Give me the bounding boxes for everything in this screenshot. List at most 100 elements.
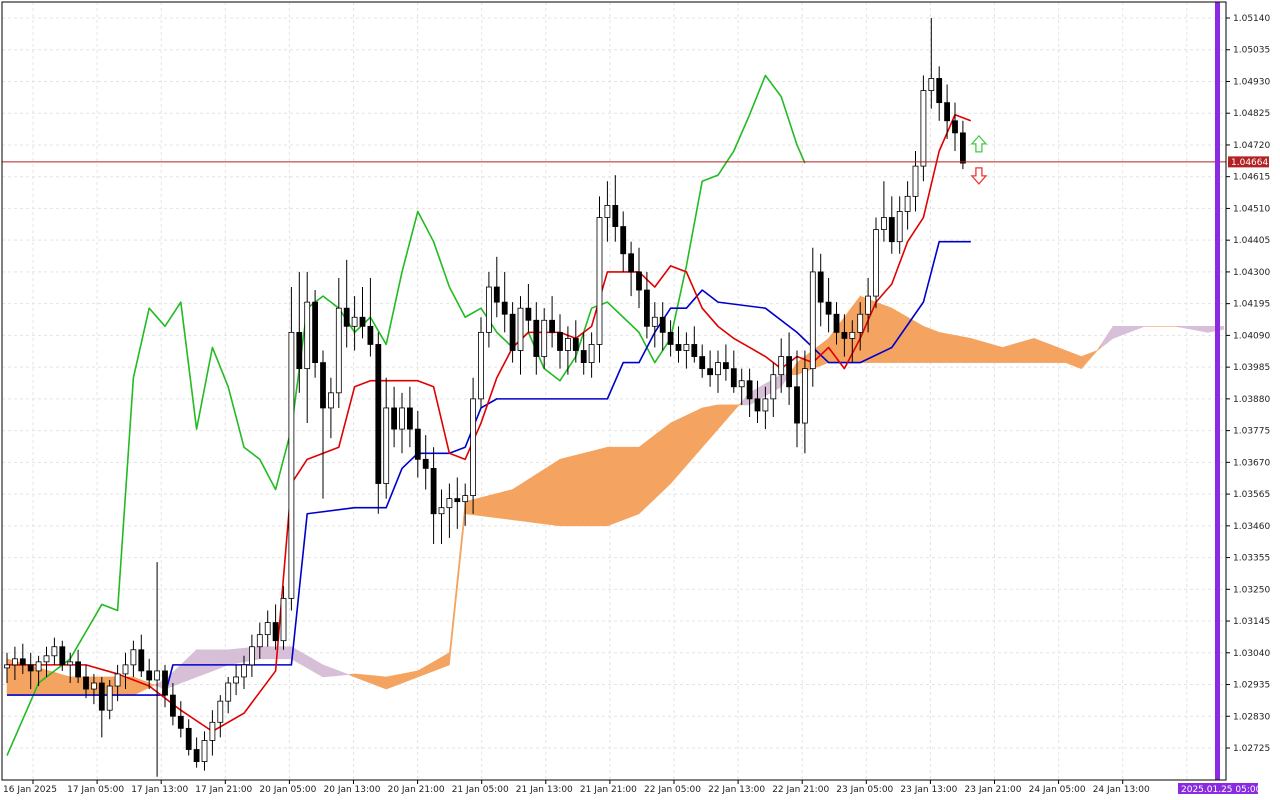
future-time-marker bbox=[1215, 2, 1220, 780]
candle[interactable] bbox=[596, 196, 603, 363]
x-tick-label: 20 Jan 05:00 bbox=[259, 785, 316, 795]
kumo-segment bbox=[310, 657, 316, 673]
kumo-segment bbox=[551, 461, 557, 526]
kumo-segment bbox=[618, 446, 624, 522]
kumo-segment bbox=[73, 676, 79, 696]
y-tick-label: 1.04825 bbox=[1233, 109, 1270, 119]
kumo-segment bbox=[212, 649, 217, 672]
y-tick-label: 1.02830 bbox=[1233, 712, 1270, 722]
kumo-segment bbox=[693, 409, 699, 458]
candle-body-bull bbox=[588, 344, 595, 363]
candle-body-bear bbox=[138, 649, 145, 672]
candle-body-bear bbox=[367, 325, 374, 345]
kumo-segment bbox=[231, 648, 237, 665]
kumo-segment bbox=[326, 665, 332, 677]
candle-body-bull bbox=[399, 407, 405, 430]
kumo-segment bbox=[622, 446, 628, 521]
kumo-segment bbox=[243, 647, 249, 663]
kumo-segment bbox=[986, 342, 991, 363]
kumo-segment bbox=[259, 646, 265, 660]
candle-body-bull bbox=[485, 286, 492, 333]
current-price-tag: 1.04664 bbox=[1228, 156, 1269, 168]
kumo-segment bbox=[1013, 342, 1019, 363]
x-tick-label: 21 Jan 21:00 bbox=[580, 785, 637, 795]
candle[interactable] bbox=[920, 75, 927, 182]
kumo-segment bbox=[1187, 326, 1193, 330]
y-tick-label: 1.03040 bbox=[1233, 649, 1270, 659]
kumo-segment bbox=[674, 418, 679, 480]
candle-body-bull bbox=[920, 90, 927, 167]
candle-body-bull bbox=[280, 597, 287, 642]
kumo-segment bbox=[204, 649, 209, 675]
candle-body-bear bbox=[83, 676, 89, 690]
kumo-segment bbox=[1002, 345, 1007, 363]
candle-body-bear bbox=[185, 727, 192, 750]
candle-body-bear bbox=[509, 313, 516, 351]
candle-body-bear bbox=[659, 316, 666, 333]
y-tick-label: 1.03460 bbox=[1233, 522, 1270, 532]
kumo-segment bbox=[930, 328, 936, 363]
kumo-segment bbox=[377, 675, 383, 688]
y-tick-label: 1.03670 bbox=[1233, 458, 1270, 468]
kumo-segment bbox=[227, 649, 233, 666]
y-tick-label: 1.03985 bbox=[1233, 363, 1270, 373]
kumo-segment bbox=[670, 420, 675, 485]
kumo-segment bbox=[1116, 326, 1122, 338]
kumo-segment bbox=[614, 446, 620, 524]
y-tick-label: 1.04405 bbox=[1233, 236, 1270, 246]
candle[interactable] bbox=[873, 217, 879, 309]
kumo-segment bbox=[603, 446, 608, 527]
kumo-segment bbox=[705, 406, 711, 444]
y-tick-label: 1.05035 bbox=[1233, 46, 1270, 56]
candle-body-bull bbox=[114, 673, 121, 687]
kumo-segment bbox=[1029, 338, 1035, 363]
candle-body-bear bbox=[572, 338, 579, 351]
x-tick-label: 24 Jan 05:00 bbox=[1029, 785, 1086, 795]
kumo-segment bbox=[1199, 326, 1205, 332]
kumo-segment bbox=[441, 654, 446, 669]
candle-body-bull bbox=[809, 271, 816, 370]
kumo-segment bbox=[61, 674, 67, 696]
kumo-segment bbox=[366, 674, 371, 684]
y-tick-label: 1.04930 bbox=[1233, 77, 1270, 87]
x-tick-label: 22 Jan 13:00 bbox=[708, 785, 765, 795]
candle-body-bear bbox=[817, 271, 824, 303]
candle-body-bear bbox=[691, 344, 698, 357]
candle-body-bear bbox=[454, 498, 461, 503]
kumo-segment bbox=[389, 675, 395, 688]
candle-body-bull bbox=[904, 195, 911, 212]
candle-body-bear bbox=[162, 670, 168, 696]
candle-body-bear bbox=[98, 682, 105, 711]
kumo-segment bbox=[587, 450, 592, 527]
candle-body-bear bbox=[754, 398, 761, 412]
kumo-segment bbox=[915, 321, 920, 363]
candle-body-bear bbox=[936, 78, 943, 104]
kumo-segment bbox=[591, 449, 596, 527]
kumo-segment bbox=[709, 405, 715, 439]
ichimoku-chart[interactable]: 1.05140 1.05035 1.04930 1.04825 1.04720 1.046… bbox=[0, 0, 1280, 800]
kumo-segment bbox=[970, 338, 976, 363]
x-tick-label: 20 Jan 13:00 bbox=[324, 785, 381, 795]
candle-body-bear bbox=[391, 407, 398, 430]
kumo-segment bbox=[468, 499, 474, 516]
candle-body-bull bbox=[91, 682, 97, 690]
kumo-segment bbox=[1041, 341, 1047, 363]
candle-body-bear bbox=[169, 694, 176, 717]
candle-body-bull bbox=[478, 331, 484, 400]
candle-body-bear bbox=[312, 301, 319, 363]
kumo-segment bbox=[464, 500, 470, 515]
kumo-segment bbox=[547, 463, 553, 526]
candle-body-bull bbox=[304, 301, 311, 370]
kumo-segment bbox=[994, 344, 999, 363]
kumo-segment bbox=[607, 446, 612, 527]
candle-body-bull bbox=[351, 316, 358, 327]
y-tick-label: 1.03355 bbox=[1233, 554, 1270, 564]
kumo-segment bbox=[302, 653, 308, 669]
candle[interactable] bbox=[288, 287, 295, 611]
kumo-segment bbox=[682, 415, 687, 471]
kumo-segment bbox=[69, 676, 75, 696]
x-tick-label: 21 Jan 05:00 bbox=[452, 785, 509, 795]
kumo-segment bbox=[1017, 341, 1023, 363]
y-tick-label: 1.04300 bbox=[1233, 268, 1270, 278]
kumo-segment bbox=[982, 341, 987, 363]
